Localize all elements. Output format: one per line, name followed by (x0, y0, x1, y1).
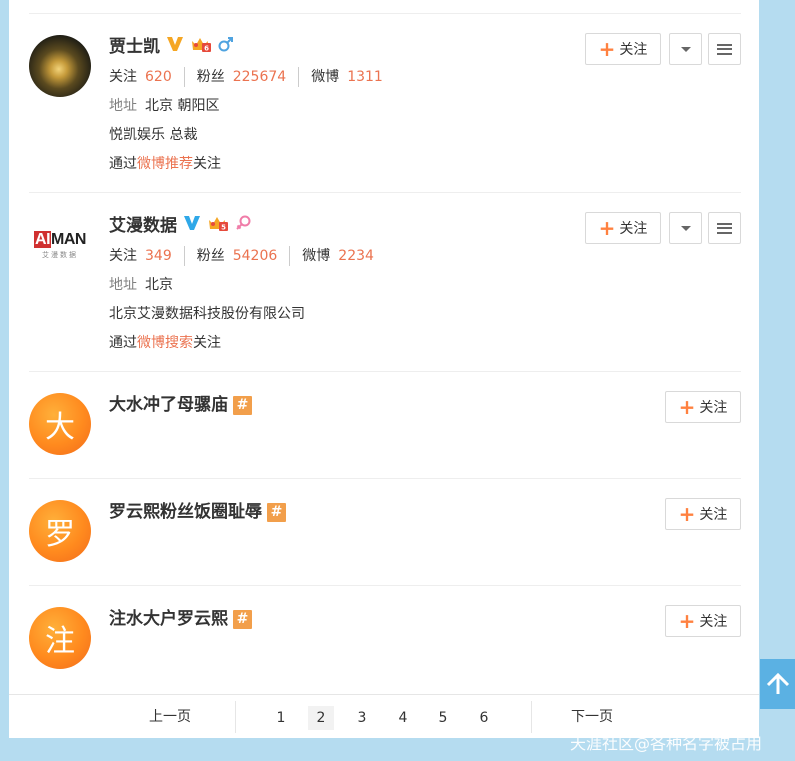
female-icon (235, 214, 251, 238)
prev-page-link[interactable]: 上一页 (149, 695, 191, 739)
divider (531, 701, 532, 733)
via-suffix: 关注 (193, 156, 221, 172)
weibo-count-stat[interactable]: 微博 2234 (302, 246, 386, 266)
user-name[interactable]: 大水冲了母骡庙 (109, 393, 228, 417)
stat-value: 225674 (232, 69, 287, 85)
avatar[interactable]: 罗 (29, 500, 91, 562)
hamburger-icon (717, 222, 732, 234)
stat-label: 微博 (311, 69, 340, 85)
user-name[interactable]: 艾漫数据 (109, 214, 177, 238)
plus-icon: + (598, 37, 616, 61)
user-name[interactable]: 罗云熙粉丝饭圈耻辱 (109, 500, 262, 524)
user-name[interactable]: 贾士凯 (109, 35, 160, 59)
address-label: 地址 (109, 98, 137, 114)
divider (29, 585, 741, 586)
via-prefix: 通过 (109, 156, 137, 172)
address-line: 地址 北京 朝阳区 (109, 96, 407, 116)
user-name[interactable]: 注水大户罗云熙 (109, 607, 228, 631)
follow-label: 关注 (699, 400, 728, 416)
brand-logo-subtext: 艾漫数据 (42, 250, 78, 259)
watermark: 天涯社区@各种名字被占用 (570, 734, 763, 753)
follow-button[interactable]: + 关注 (585, 33, 661, 65)
follow-button[interactable]: + 关注 (665, 605, 741, 637)
topic-hash-icon: # (267, 502, 286, 522)
more-dropdown-button[interactable] (669, 33, 702, 65)
via-suffix: 关注 (193, 335, 221, 351)
page-link[interactable]: 6 (471, 706, 497, 730)
topic-hash-icon: # (233, 395, 252, 415)
stat-label: 微博 (302, 248, 331, 264)
follow-source-line: 通过微博推荐关注 (109, 154, 407, 174)
via-prefix: 通过 (109, 335, 137, 351)
back-to-top-button[interactable] (760, 659, 795, 709)
address-line: 地址 北京 (109, 275, 398, 295)
plus-icon: + (678, 502, 696, 526)
vip-crown-icon[interactable]: 5 (207, 214, 229, 239)
avatar[interactable]: AIMAN 艾漫数据 (29, 214, 91, 276)
stat-value: 1311 (347, 69, 383, 85)
menu-button[interactable] (708, 33, 741, 65)
divider (29, 13, 741, 14)
page-link[interactable]: 4 (390, 706, 416, 730)
follow-label: 关注 (699, 507, 728, 523)
page-link-current[interactable]: 2 (308, 706, 334, 730)
follow-button[interactable]: + 关注 (665, 498, 741, 530)
follow-button[interactable]: + 关注 (665, 391, 741, 423)
follow-source-link[interactable]: 微博推荐 (137, 156, 193, 172)
hamburger-icon (717, 43, 732, 55)
stat-label: 粉丝 (196, 248, 225, 264)
svg-text:5: 5 (221, 223, 226, 231)
caret-down-icon (680, 225, 691, 231)
followers-stat[interactable]: 粉丝 54206 (197, 246, 291, 266)
following-stat[interactable]: 关注 620 (109, 67, 185, 87)
stat-label: 粉丝 (196, 69, 225, 85)
menu-button[interactable] (708, 212, 741, 244)
weibo-count-stat[interactable]: 微博 1311 (311, 67, 395, 87)
stat-value: 54206 (232, 248, 278, 264)
stat-label: 关注 (109, 69, 137, 85)
male-icon (218, 35, 234, 59)
avatar[interactable]: 注 (29, 607, 91, 669)
page-link[interactable]: 3 (349, 706, 375, 730)
divider (235, 701, 236, 733)
stat-label: 关注 (109, 248, 137, 264)
divider (29, 478, 741, 479)
address-value: 北京 (145, 277, 173, 293)
svg-text:6: 6 (204, 44, 209, 52)
address-value: 北京 朝阳区 (145, 98, 220, 114)
address-label: 地址 (109, 277, 137, 293)
more-dropdown-button[interactable] (669, 212, 702, 244)
plus-icon: + (678, 395, 696, 419)
follow-label: 关注 (699, 614, 728, 630)
caret-down-icon (680, 46, 691, 52)
follow-label: 关注 (619, 221, 648, 237)
bio: 北京艾漫数据科技股份有限公司 (109, 306, 305, 322)
stat-value: 620 (145, 69, 172, 85)
follow-source-link[interactable]: 微博搜索 (137, 335, 193, 351)
follow-source-line: 通过微博搜索关注 (109, 333, 398, 353)
page-link[interactable]: 5 (430, 706, 456, 730)
verified-gold-v-icon[interactable] (166, 35, 184, 59)
brand-logo: AIMAN (34, 230, 86, 248)
follow-button[interactable]: + 关注 (585, 212, 661, 244)
plus-icon: + (678, 609, 696, 633)
follow-label: 关注 (619, 42, 648, 58)
bio: 悦凯娱乐 总裁 (109, 127, 198, 143)
avatar[interactable]: 大 (29, 393, 91, 455)
plus-icon: + (598, 216, 616, 240)
avatar[interactable] (29, 35, 91, 97)
divider (29, 192, 741, 193)
following-stat[interactable]: 关注 349 (109, 246, 185, 266)
followers-stat[interactable]: 粉丝 225674 (196, 67, 300, 87)
stat-value: 2234 (338, 248, 374, 264)
divider (29, 371, 741, 372)
user-list-card: 贾士凯 6 关注 620 粉丝 225674 微博 1311 地址 北京 朝阳区 悦凯娱… (9, 0, 759, 738)
page-link[interactable]: 1 (268, 706, 294, 730)
vip-crown-icon[interactable]: 6 (190, 35, 212, 60)
verified-blue-v-icon[interactable] (183, 214, 201, 238)
arrow-up-icon (766, 672, 789, 694)
stat-value: 349 (145, 248, 172, 264)
topic-hash-icon: # (233, 609, 252, 629)
